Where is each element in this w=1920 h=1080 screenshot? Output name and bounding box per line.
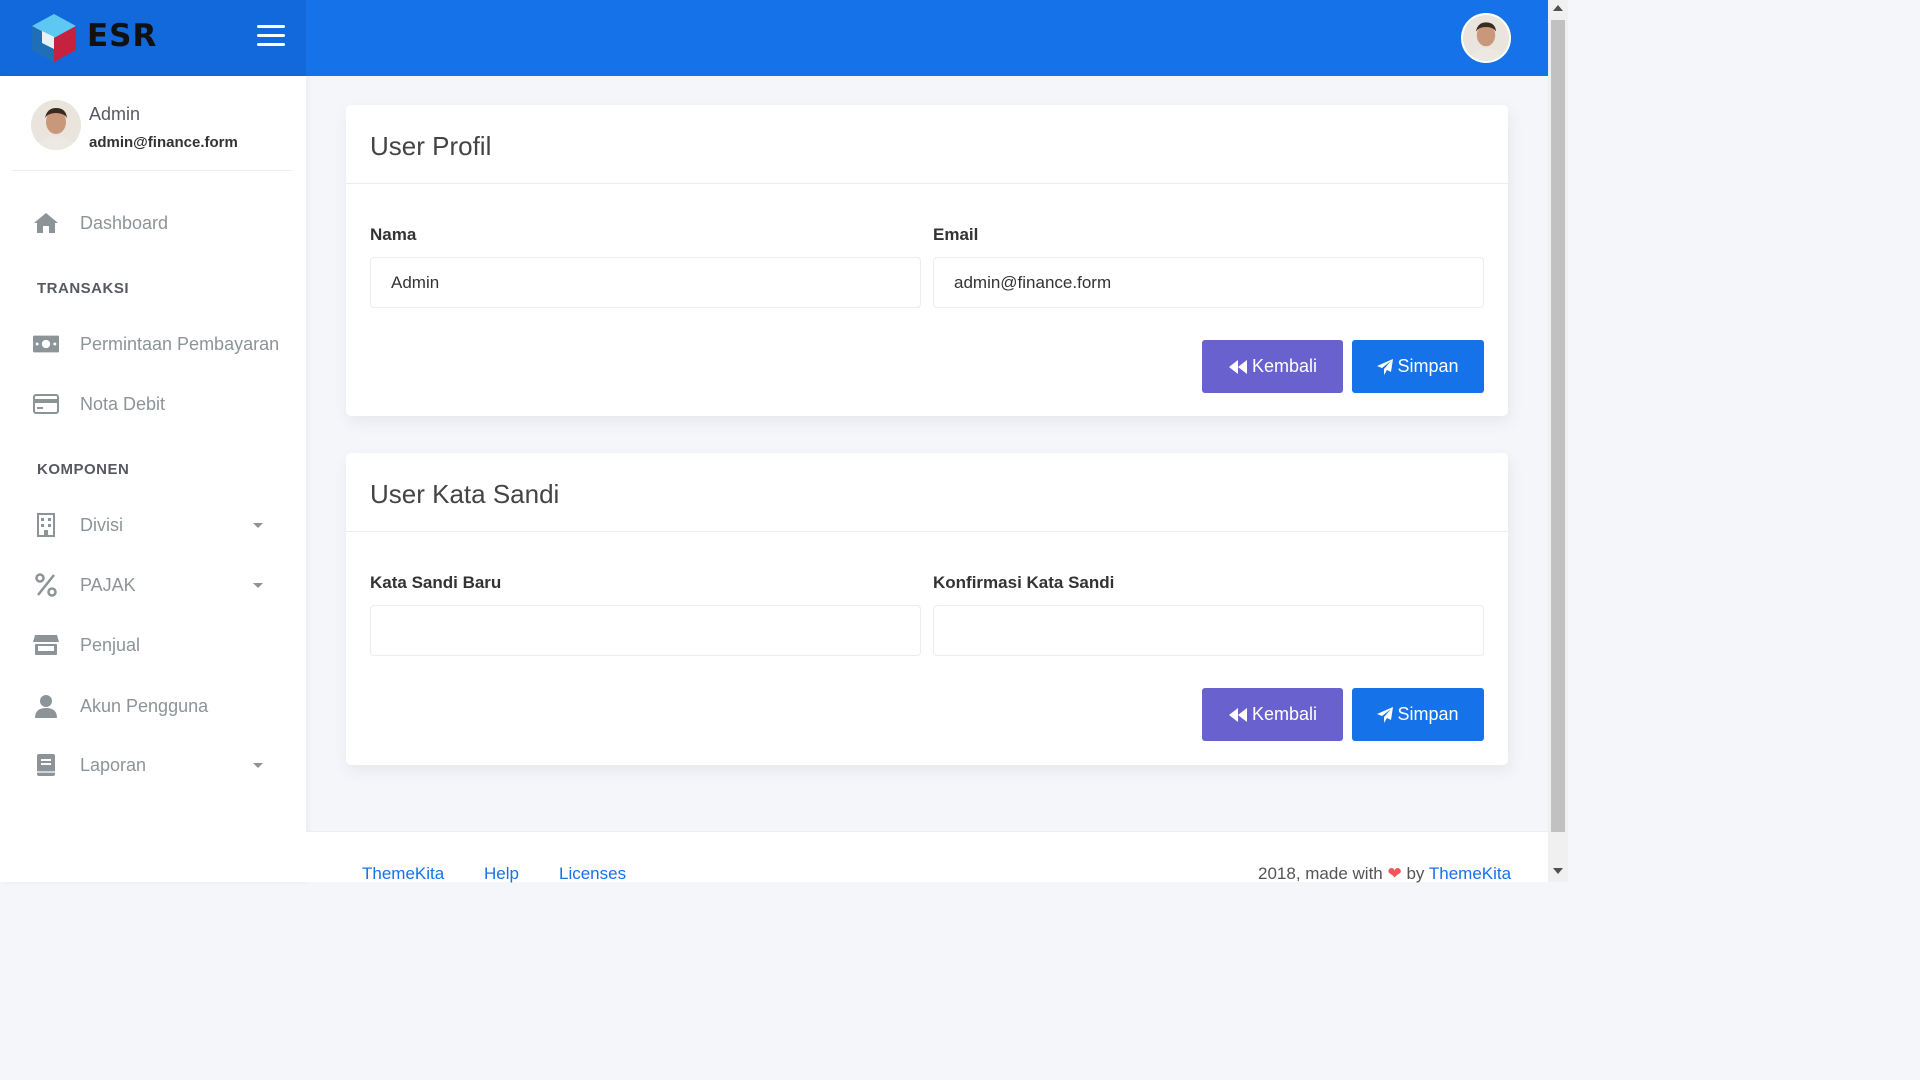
chevron-down-icon <box>253 523 263 528</box>
book-icon <box>33 752 59 778</box>
footer: ThemeKita Help Licenses 2018, made with … <box>306 831 1548 884</box>
heart-icon: ❤ <box>1387 864 1402 883</box>
sidebar-user-email: admin@finance.form <box>89 134 238 151</box>
scrollbar-thumb[interactable] <box>1551 20 1565 832</box>
save-button[interactable]: Simpan <box>1352 688 1484 741</box>
section-heading-transaksi: TRANSAKSI <box>37 280 130 297</box>
backward-icon <box>1228 359 1247 374</box>
sidebar-item-penjual[interactable]: Penjual <box>0 622 306 668</box>
sidebar-item-permintaan-pembayaran[interactable]: Permintaan Pembayaran <box>0 321 306 367</box>
sidebar-user-name: Admin <box>89 104 141 124</box>
card-divider <box>346 531 1508 532</box>
sidebar-item-label: Permintaan Pembayaran <box>80 334 280 354</box>
paper-plane-icon <box>1377 358 1394 375</box>
section-heading-komponen: KOMPONEN <box>37 461 130 478</box>
sidebar-user-block[interactable]: Admin admin@finance.form <box>12 76 293 171</box>
confirm-password-label: Konfirmasi Kata Sandi <box>933 573 1115 592</box>
copyright-themekita-link[interactable]: ThemeKita <box>1429 864 1511 883</box>
back-button[interactable]: Kembali <box>1202 688 1343 741</box>
percent-icon <box>33 572 59 598</box>
sidebar-item-dashboard[interactable]: Dashboard <box>0 200 306 246</box>
card-divider <box>346 183 1508 184</box>
save-button-label: Simpan <box>1397 704 1459 724</box>
email-input[interactable] <box>933 257 1484 308</box>
sidebar-item-pajak[interactable]: PAJAK <box>0 562 306 608</box>
new-password-input[interactable] <box>370 605 921 656</box>
sidebar-item-divisi[interactable]: Divisi <box>0 502 306 548</box>
save-button-label: Simpan <box>1397 356 1459 376</box>
new-password-label: Kata Sandi Baru <box>370 573 502 592</box>
scroll-up-arrow-icon[interactable] <box>1553 5 1563 11</box>
avatar <box>31 100 81 150</box>
chevron-down-icon <box>253 583 263 588</box>
credit-card-icon <box>33 391 59 417</box>
copyright-by: by <box>1406 864 1425 883</box>
header-avatar[interactable] <box>1461 13 1511 63</box>
paper-plane-icon <box>1377 706 1394 723</box>
brand-header: ESR <box>0 0 306 76</box>
footer-link-licenses[interactable]: Licenses <box>559 864 626 884</box>
store-icon <box>33 632 59 658</box>
email-label: Email <box>933 225 979 244</box>
backward-icon <box>1228 707 1247 722</box>
name-label: Nama <box>370 225 417 244</box>
confirm-password-input[interactable] <box>933 605 1484 656</box>
sidebar-item-label: Akun Pengguna <box>80 696 209 716</box>
save-button[interactable]: Simpan <box>1352 340 1484 393</box>
footer-link-themekita[interactable]: ThemeKita <box>362 864 444 884</box>
sidebar-item-laporan[interactable]: Laporan <box>0 742 306 788</box>
hamburger-icon[interactable] <box>257 25 285 49</box>
sidebar-item-nota-debit[interactable]: Nota Debit <box>0 381 306 427</box>
sidebar: Admin admin@finance.form Dashboard TRANS… <box>0 76 306 882</box>
user-icon <box>33 693 59 719</box>
building-icon <box>33 512 59 538</box>
back-button-label: Kembali <box>1251 704 1318 724</box>
user-profile-card: User Profil Nama Email Kembali Simpan <box>346 105 1508 416</box>
sidebar-item-label: PAJAK <box>80 575 136 595</box>
card-title: User Kata Sandi <box>370 479 560 509</box>
scrollbar[interactable] <box>1548 0 1568 882</box>
sidebar-item-akun-pengguna[interactable]: Akun Pengguna <box>0 683 306 729</box>
sidebar-item-label: Dashboard <box>80 213 169 233</box>
user-password-card: User Kata Sandi Kata Sandi Baru Konfirma… <box>346 453 1508 765</box>
footer-copyright: 2018, made with ❤ by ThemeKita <box>1258 864 1511 884</box>
sidebar-item-label: Divisi <box>80 515 123 535</box>
money-icon <box>33 331 59 357</box>
user-avatar-icon <box>1463 15 1509 61</box>
sidebar-item-label: Penjual <box>80 635 141 655</box>
sidebar-item-label: Nota Debit <box>80 394 166 414</box>
brand-name[interactable]: ESR <box>87 18 157 54</box>
copyright-prefix: 2018, made with <box>1258 864 1383 883</box>
name-input[interactable] <box>370 257 921 308</box>
card-title: User Profil <box>370 131 492 161</box>
footer-link-help[interactable]: Help <box>484 864 519 884</box>
sidebar-item-label: Laporan <box>80 755 147 775</box>
scroll-down-arrow-icon[interactable] <box>1553 868 1563 874</box>
user-avatar-icon <box>31 100 81 150</box>
home-icon <box>33 210 59 236</box>
chevron-down-icon <box>253 763 263 768</box>
cube-logo-icon[interactable] <box>28 12 80 64</box>
back-button-label: Kembali <box>1251 356 1318 376</box>
top-navbar: ESR <box>0 0 1548 76</box>
back-button[interactable]: Kembali <box>1202 340 1343 393</box>
